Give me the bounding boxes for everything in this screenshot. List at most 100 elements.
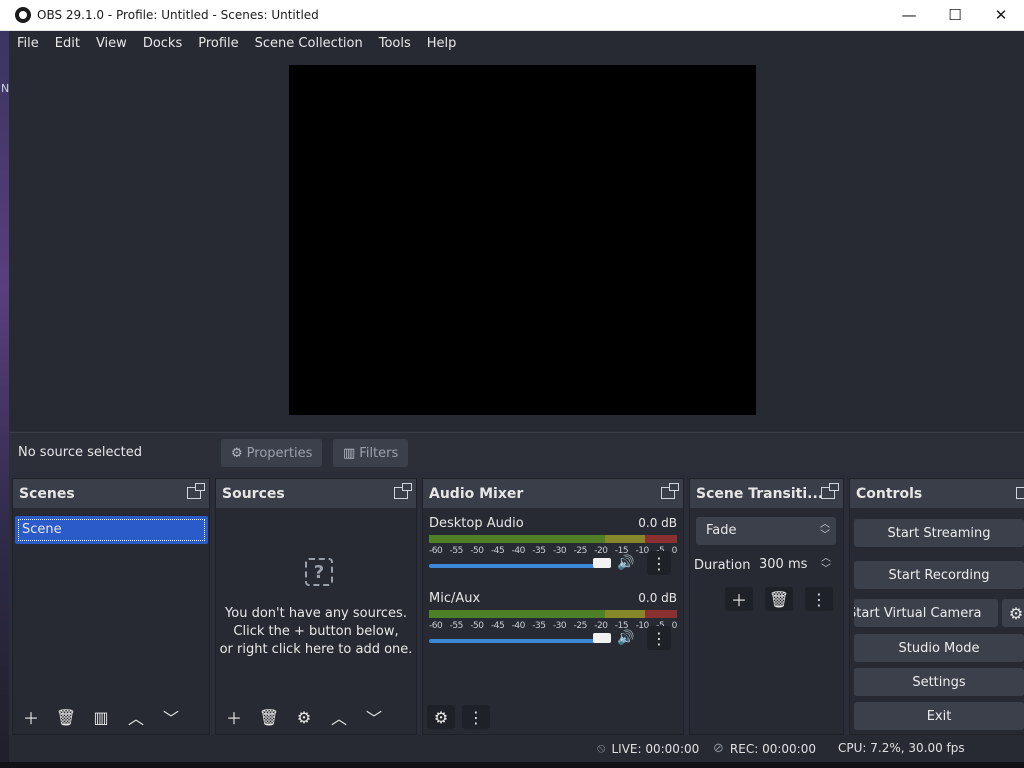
transition-select[interactable]: Fade ︿ ﹀	[696, 517, 836, 545]
speaker-icon[interactable]: 🔊	[617, 555, 637, 575]
add-transition-button[interactable]: ＋	[725, 587, 753, 611]
add-scene-button[interactable]: ＋	[17, 705, 45, 729]
menu-profile[interactable]: Profile	[190, 31, 246, 56]
undock-icon[interactable]	[661, 483, 679, 499]
sources-list[interactable]: ? You don't have any sources. Click the …	[216, 508, 416, 700]
menu-bar: File Edit View Docks Profile Scene Colle…	[9, 31, 1024, 56]
preview-canvas[interactable]	[289, 65, 756, 415]
scenes-list[interactable]: Scene	[13, 508, 209, 700]
filter-icon: ▥	[93, 707, 109, 727]
properties-button[interactable]: ⚙ Properties	[221, 439, 323, 467]
desktop-background: N	[0, 30, 9, 768]
meter-red-segment	[644, 535, 677, 543]
duration-label: Duration	[694, 558, 751, 573]
meter-tick: 0	[671, 546, 678, 556]
meter-tick: -60	[429, 546, 443, 556]
menu-edit[interactable]: Edit	[47, 31, 88, 56]
duration-value: 300 ms	[759, 557, 808, 572]
undock-icon[interactable]	[394, 483, 412, 499]
taskbar-edge	[0, 762, 1024, 768]
undock-icon[interactable]	[187, 483, 205, 499]
remove-transition-button[interactable]: 🗑	[765, 587, 793, 611]
scenes-dock: Scenes Scene ＋ 🗑 ▥ ︿ ﹀	[12, 478, 210, 735]
gear-icon: ⚙	[296, 707, 312, 727]
source-properties-button[interactable]: ⚙	[290, 705, 318, 729]
sources-empty-line: Click the + button below,	[233, 624, 399, 639]
maximize-button[interactable]: ☐	[932, 0, 978, 31]
audio-mixer-dock-title: Audio Mixer	[429, 485, 524, 502]
studio-mode-button[interactable]: Studio Mode	[854, 634, 1024, 662]
undock-icon[interactable]	[1016, 487, 1024, 499]
desktop-edge-text: N	[1, 82, 10, 95]
transitions-body: Fade ︿ ﹀ Duration 300 ms ︿ ﹀ ＋ 🗑 ⋮	[690, 508, 843, 700]
scene-item-label: Scene	[18, 519, 205, 541]
meter-tick: -35	[532, 546, 546, 556]
menu-scene-collection[interactable]: Scene Collection	[247, 31, 371, 56]
duration-spinbox[interactable]: 300 ms ︿ ﹀	[751, 551, 837, 579]
scene-list-item[interactable]: Scene	[15, 516, 208, 544]
remove-source-button[interactable]: 🗑	[255, 705, 283, 729]
mixer-toolbar: ⚙ ⋮	[423, 700, 683, 734]
menu-file[interactable]: File	[9, 31, 47, 56]
meter-ticks: -60 -55 -50 -45 -40 -35 -30 -25 -20 -15 …	[429, 621, 677, 631]
start-streaming-button[interactable]: Start Streaming	[854, 519, 1024, 547]
advanced-audio-properties-button[interactable]: ⚙	[427, 705, 455, 729]
title-bar: OBS 29.1.0 - Profile: Untitled - Scenes:…	[0, 0, 1024, 31]
meter-tick: -55	[449, 621, 464, 631]
transition-menu-button[interactable]: ⋮	[805, 587, 833, 611]
question-mark-icon: ?	[305, 558, 333, 586]
move-source-down-button[interactable]: ﹀	[360, 705, 388, 729]
meter-tick: -25	[573, 546, 588, 556]
trash-icon: 🗑	[55, 707, 77, 727]
speaker-icon[interactable]: 🔊	[617, 630, 637, 650]
start-recording-button[interactable]: Start Recording	[854, 561, 1024, 589]
filters-button[interactable]: ▥ Filters	[333, 439, 409, 467]
mixer-channel-desktop-audio: Desktop Audio 0.0 dB -60 -55 -50 -45 -40…	[429, 516, 677, 591]
mixer-channel-mic-aux: Mic/Aux 0.0 dB -60 -55 -50 -45 -40 -35 -…	[429, 591, 677, 666]
channel-menu-button[interactable]: ⋮	[647, 626, 671, 650]
move-scene-down-button[interactable]: ﹀	[157, 705, 185, 729]
scenes-toolbar: ＋ 🗑 ▥ ︿ ﹀	[13, 700, 209, 734]
filter-icon: ▥	[343, 445, 356, 461]
chevron-down-icon: ﹀	[365, 709, 382, 728]
menu-docks[interactable]: Docks	[135, 31, 190, 56]
channel-db: 0.0 dB	[638, 516, 677, 530]
menu-help[interactable]: Help	[419, 31, 465, 56]
volume-slider-handle[interactable]	[593, 558, 611, 568]
virtual-camera-settings-gear-icon[interactable]: ⚙	[1002, 599, 1024, 627]
close-button[interactable]: ✕	[978, 0, 1024, 31]
spin-arrows-icon[interactable]: ︿ ﹀	[821, 553, 831, 575]
volume-slider-handle[interactable]	[593, 633, 611, 643]
meter-red-segment	[644, 610, 677, 618]
remove-scene-button[interactable]: 🗑	[52, 705, 80, 729]
gear-icon: ⚙	[231, 445, 243, 461]
start-virtual-camera-button[interactable]: Start Virtual Camera	[854, 599, 998, 627]
mixer-menu-button[interactable]: ⋮	[462, 705, 490, 729]
add-source-button[interactable]: ＋	[220, 705, 248, 729]
audio-mixer-dock-header: Audio Mixer	[423, 479, 683, 508]
meter-tick: -40	[511, 546, 526, 556]
menu-view[interactable]: View	[88, 31, 135, 56]
exit-button[interactable]: Exit	[854, 702, 1024, 730]
move-scene-up-button[interactable]: ︿	[122, 705, 150, 729]
trash-icon: 🗑	[768, 589, 790, 609]
undock-icon[interactable]	[821, 483, 839, 499]
menu-tools[interactable]: Tools	[371, 31, 419, 56]
move-source-up-button[interactable]: ︿	[325, 705, 353, 729]
controls-dock: Controls Start Streaming Start Recording…	[849, 478, 1024, 735]
selected-source-label: No source selected	[18, 445, 142, 460]
minimize-button[interactable]: —	[886, 0, 932, 31]
meter-tick: -30	[552, 546, 567, 556]
gears-icon: ⚙	[433, 707, 449, 727]
meter-green-segment	[429, 610, 606, 618]
scene-filters-button[interactable]: ▥	[87, 705, 115, 729]
live-status: ⦸ LIVE: 00:00:00	[597, 741, 699, 756]
volume-slider[interactable]	[429, 564, 611, 568]
channel-menu-button[interactable]: ⋮	[647, 551, 671, 575]
settings-button[interactable]: Settings	[854, 668, 1024, 696]
scene-transitions-dock-title: Scene Transiti...	[696, 485, 824, 502]
sources-empty-line: You don't have any sources.	[225, 606, 407, 621]
volume-slider[interactable]	[429, 639, 611, 643]
sources-empty-hint: You don't have any sources. Click the + …	[216, 605, 416, 659]
sources-empty-line: or right click here to add one.	[219, 642, 413, 657]
